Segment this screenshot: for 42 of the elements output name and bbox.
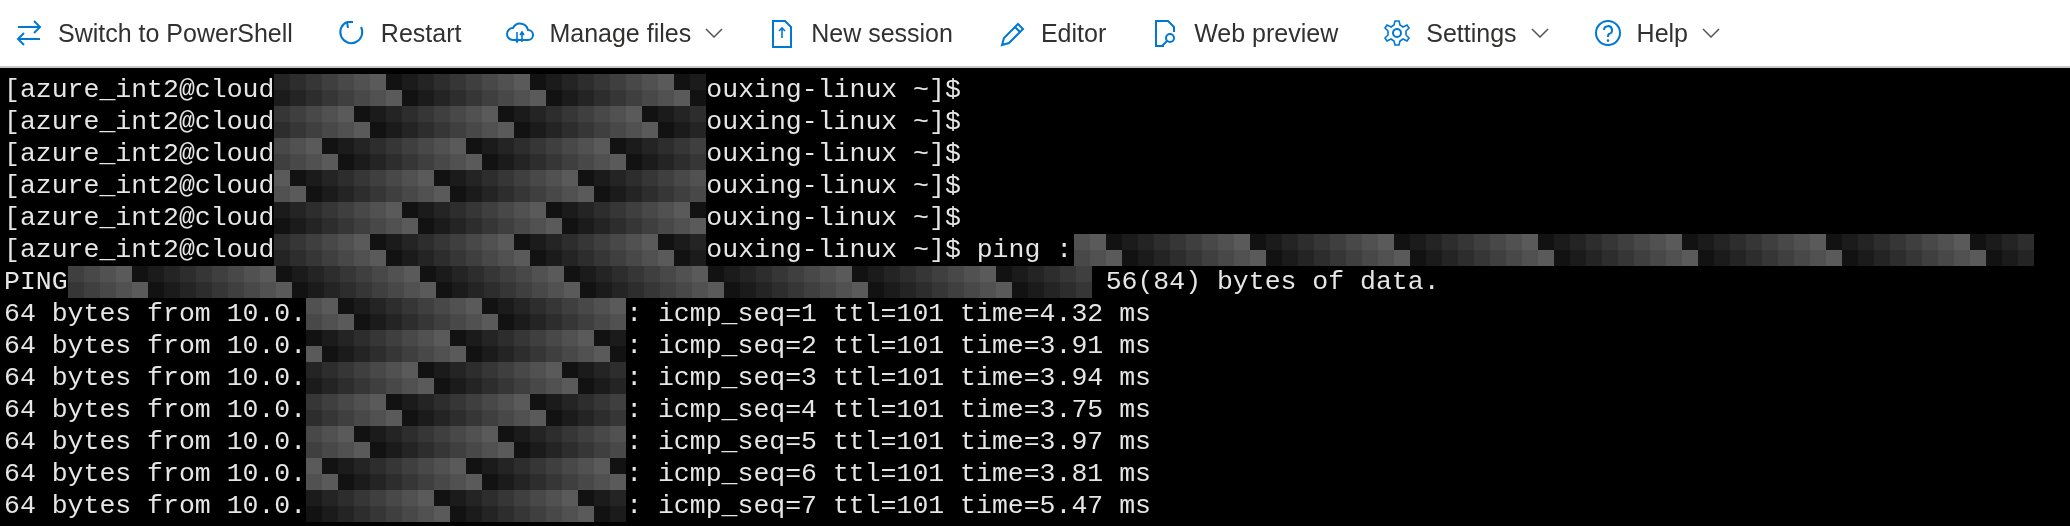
terminal-text: : icmp_seq=6 ttl=101 time=3.81 ms (626, 458, 1151, 490)
chevron-down-icon (1530, 28, 1549, 38)
terminal-text: 56(84) bytes of data. (1105, 266, 1440, 298)
terminal-text: 64 bytes from 10.0. (4, 330, 307, 362)
terminal-text: 64 bytes from 10.0. (4, 458, 307, 490)
terminal-text: [azure_int2@cloud (4, 170, 275, 202)
toolbar-button[interactable]: Settings (1382, 12, 1565, 54)
terminal-text: : icmp_seq=4 ttl=101 time=3.75 ms (626, 394, 1151, 426)
terminal-text: [azure_int2@cloud (4, 234, 275, 266)
terminal-text: 64 bytes from 10.0. (4, 362, 307, 394)
toolbar-button[interactable]: Restart (336, 12, 478, 54)
settings-icon (1382, 18, 1413, 48)
terminal-text: ouxing-linux ~]$ (706, 202, 961, 234)
terminal-text: [azure_int2@cloud (4, 138, 275, 170)
terminal-text: [azure_int2@cloud (4, 74, 275, 106)
terminal-text: ouxing-linux ~]$ (706, 74, 961, 106)
terminal-text: [azure_int2@cloud (4, 202, 275, 234)
swap-arrows-icon (14, 18, 44, 48)
terminal-text: [azure_int2@cloud (4, 106, 275, 138)
chevron-down-icon (1702, 28, 1721, 38)
terminal-text: : icmp_seq=1 ttl=101 time=4.32 ms (626, 298, 1151, 330)
terminal-text: ouxing-linux ~]$ (706, 106, 961, 138)
terminal-text: 64 bytes from 10.0. (4, 394, 307, 426)
toolbar-button[interactable]: Manage files (505, 12, 740, 54)
chevron-down-icon (705, 28, 724, 38)
terminal-text: ouxing-linux ~]$ (706, 170, 961, 202)
toolbar-button[interactable]: Help (1592, 12, 1737, 54)
terminal-text: ouxing-linux ~]$ ping : (706, 234, 1073, 266)
help-icon (1592, 18, 1623, 48)
toolbar-button[interactable]: New session (767, 12, 969, 54)
terminal-text: : icmp_seq=3 ttl=101 time=3.94 ms (626, 362, 1151, 394)
toolbar-button[interactable]: Web preview (1150, 12, 1355, 54)
terminal-text: 64 bytes from 10.0. (4, 298, 307, 330)
toolbar-button[interactable]: Editor (996, 12, 1123, 54)
terminal-text: 64 bytes from 10.0. (4, 426, 307, 458)
terminal-text: PING (4, 266, 68, 298)
terminal-text: : icmp_seq=5 ttl=101 time=3.97 ms (626, 426, 1151, 458)
terminal-text: 64 bytes from 10.0. (4, 490, 307, 522)
terminal-text: ouxing-linux ~]$ (706, 138, 961, 170)
toolbar-button[interactable]: Switch to PowerShell (14, 12, 309, 54)
terminal-text: : icmp_seq=7 ttl=101 time=5.47 ms (626, 490, 1151, 522)
terminal-text: : icmp_seq=2 ttl=101 time=3.91 ms (626, 330, 1151, 362)
